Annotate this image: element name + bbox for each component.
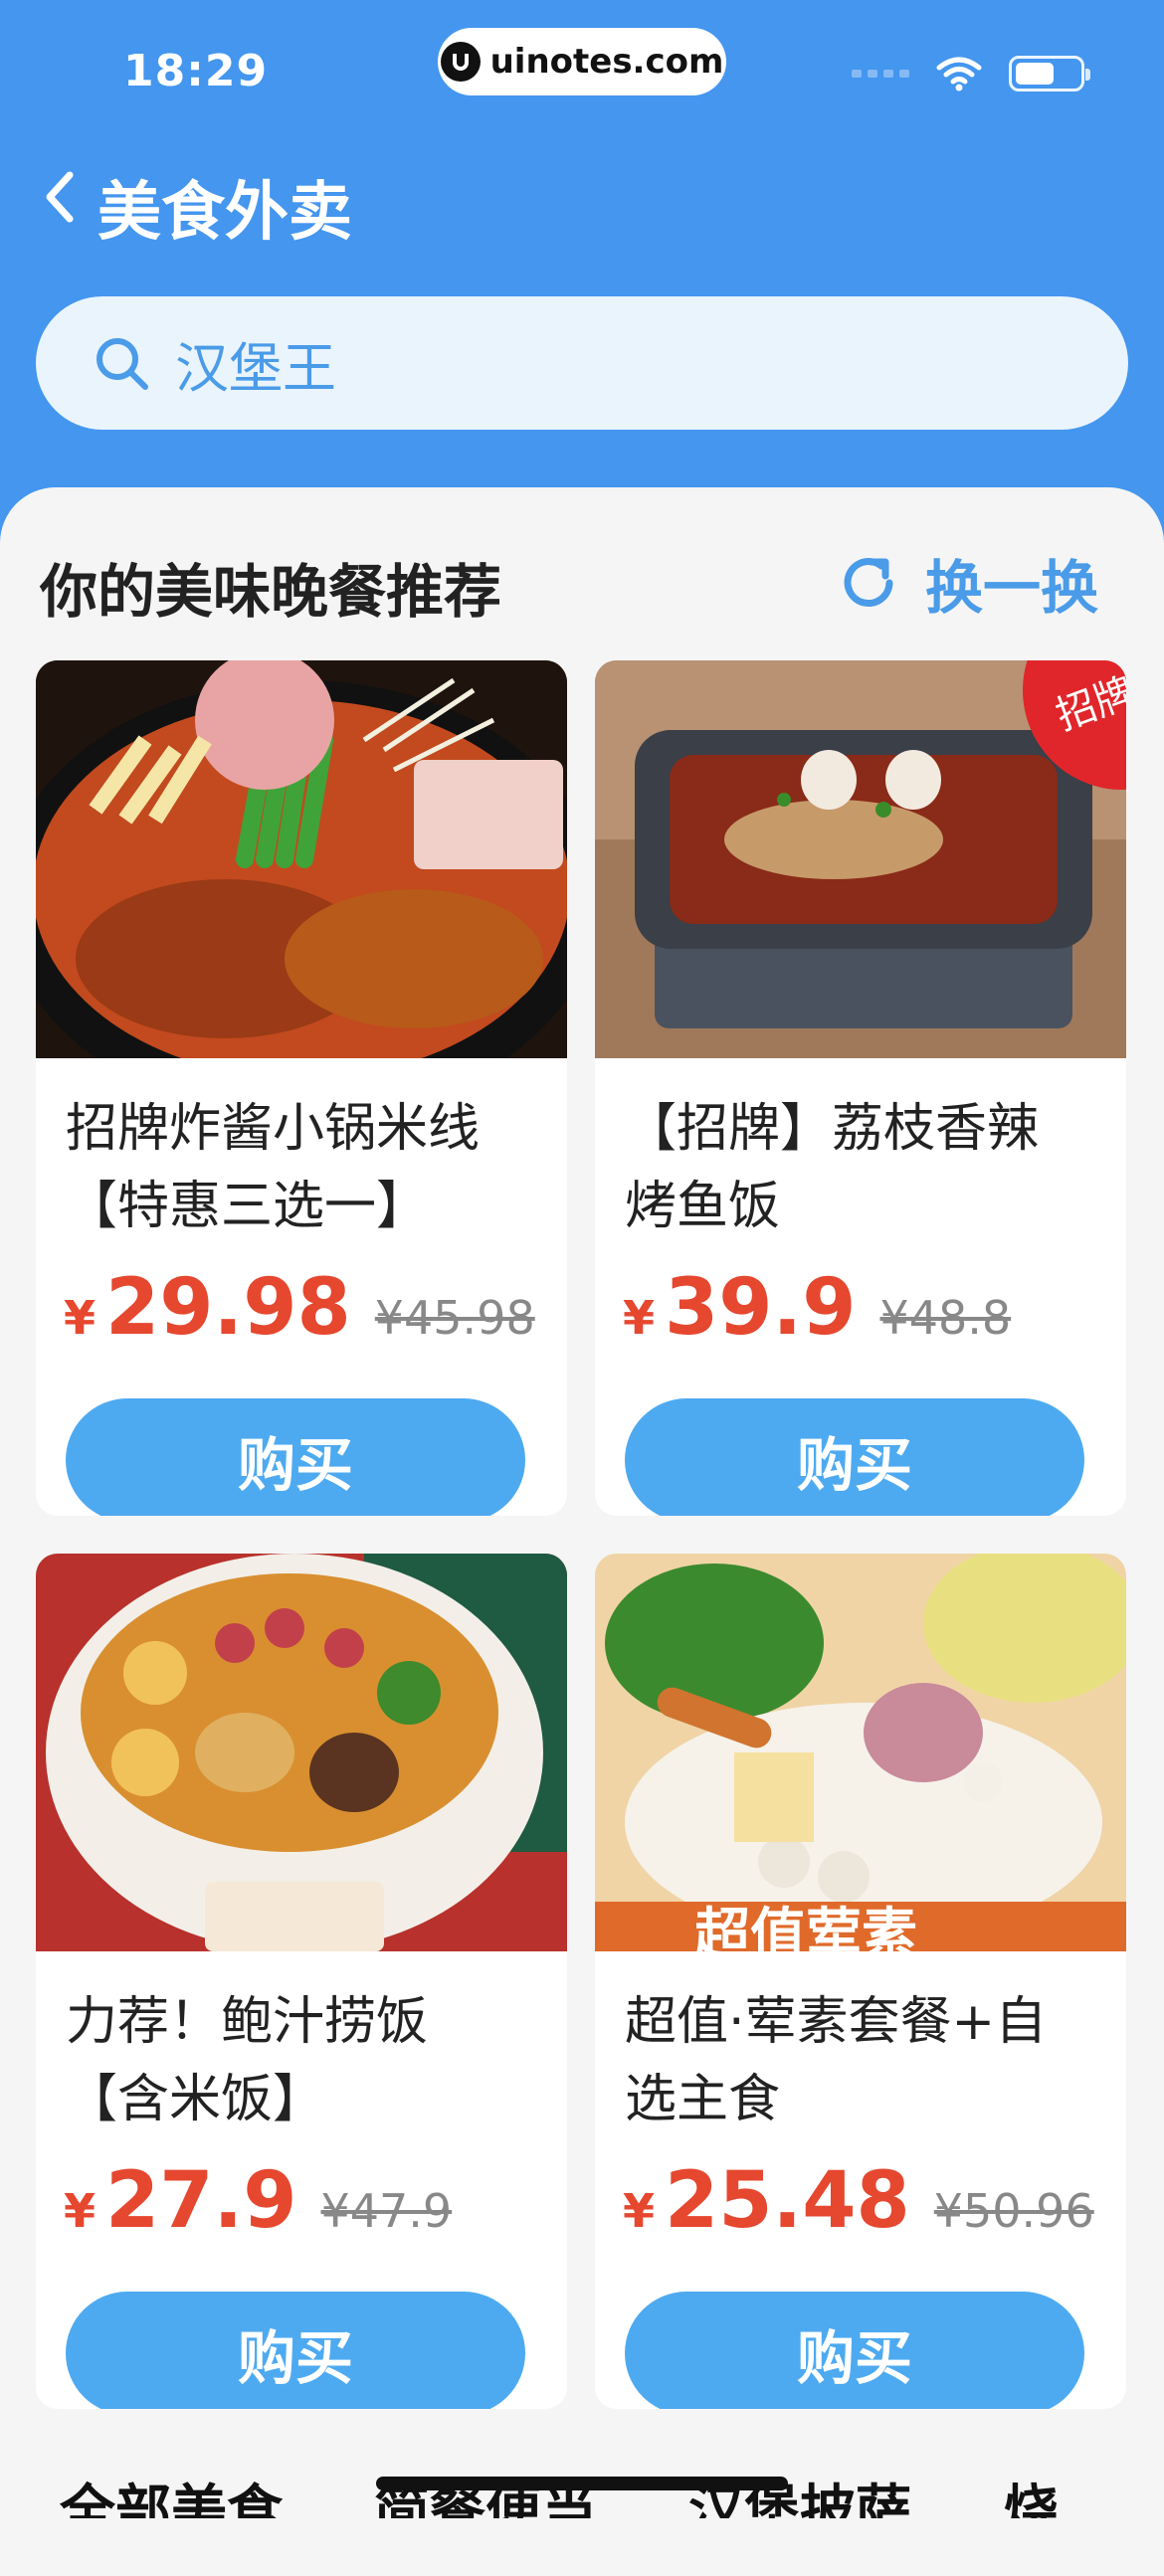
currency-symbol: ¥ — [64, 1291, 97, 1345]
page-title: 美食外卖 — [97, 176, 352, 250]
original-price: ¥45.98 — [374, 1291, 535, 1345]
buy-button[interactable]: 购买 — [66, 1398, 525, 1516]
refresh-button[interactable]: 换一换 — [838, 541, 1098, 625]
product-image: 招牌 — [595, 660, 1126, 1058]
price-row: ¥ 27.9 ¥47.9 — [64, 2156, 452, 2246]
search-query: 汉堡王 — [175, 336, 336, 400]
status-time: 18:29 — [123, 46, 269, 96]
product-card[interactable]: 招牌炸酱小锅米线 【特惠三选一】 ¥ 29.98 ¥45.98 购买 — [36, 660, 567, 1516]
product-image: 超值荤素 — [595, 1554, 1126, 1951]
currency-symbol: ¥ — [64, 2184, 97, 2238]
url-text: uinotes.com — [489, 42, 724, 82]
price-row: ¥ 29.98 ¥45.98 — [64, 1263, 535, 1353]
refresh-icon — [844, 558, 893, 607]
battery-icon — [1009, 56, 1090, 92]
price-row: ¥ 25.48 ¥50.96 — [623, 2156, 1094, 2246]
search-input[interactable]: 汉堡王 — [36, 296, 1128, 430]
currency-symbol: ¥ — [623, 1291, 656, 1345]
tab-simple-meals[interactable]: 简餐便当 — [374, 2467, 597, 2518]
tab-burger-pizza[interactable]: 汉堡披萨 — [688, 2467, 911, 2518]
refresh-label: 换一换 — [924, 554, 1098, 622]
chevron-left-icon — [46, 171, 74, 223]
product-price: 29.98 — [105, 1263, 351, 1353]
signal-icon — [852, 70, 909, 78]
product-name: 【招牌】荔枝香辣 烤鱼饭 — [625, 1099, 1040, 1236]
category-tabs: 全部美食 简餐便当 汉堡披萨 烧 — [0, 2467, 1164, 2518]
product-price: 27.9 — [105, 2156, 297, 2246]
product-image — [36, 1554, 567, 1951]
tab-more[interactable]: 烧 — [1003, 2467, 1059, 2518]
image-promo-text: 超值荤素 — [694, 1903, 917, 1951]
back-button[interactable] — [40, 167, 80, 227]
home-indicator[interactable] — [376, 2477, 788, 2490]
product-name: 力荐！鲍汁捞饭 【含米饭】 — [66, 1992, 429, 2129]
buy-button[interactable]: 购买 — [625, 2292, 1084, 2409]
product-price: 39.9 — [665, 1263, 857, 1353]
original-price: ¥47.9 — [320, 2184, 453, 2238]
search-icon — [97, 338, 148, 390]
product-name: 招牌炸酱小锅米线 【特惠三选一】 — [66, 1099, 481, 1236]
section-title: 你的美味晚餐推荐 — [40, 558, 502, 626]
url-pill[interactable]: uinotes.com — [438, 28, 726, 95]
product-card[interactable]: 超值荤素 超值·荤素套餐+自 选主食 ¥ 25.48 ¥50.96 购买 — [595, 1554, 1126, 2409]
currency-symbol: ¥ — [623, 2184, 656, 2238]
original-price: ¥48.8 — [879, 1291, 1012, 1345]
site-logo-icon — [440, 42, 481, 82]
product-card[interactable]: 招牌 【招牌】荔枝香辣 烤鱼饭 ¥ 39.9 ¥48.8 购买 — [595, 660, 1126, 1516]
product-name: 超值·荤素套餐+自 选主食 — [625, 1992, 1048, 2129]
product-price: 25.48 — [665, 2156, 910, 2246]
original-price: ¥50.96 — [933, 2184, 1094, 2238]
price-row: ¥ 39.9 ¥48.8 — [623, 1263, 1011, 1353]
status-icons — [852, 56, 1090, 92]
tab-all-food[interactable]: 全部美食 — [60, 2467, 283, 2518]
buy-button[interactable]: 购买 — [625, 1398, 1084, 1516]
buy-button[interactable]: 购买 — [66, 2292, 525, 2409]
wifi-icon — [936, 57, 982, 92]
product-image — [36, 660, 567, 1058]
product-card[interactable]: 力荐！鲍汁捞饭 【含米饭】 ¥ 27.9 ¥47.9 购买 — [36, 1554, 567, 2409]
